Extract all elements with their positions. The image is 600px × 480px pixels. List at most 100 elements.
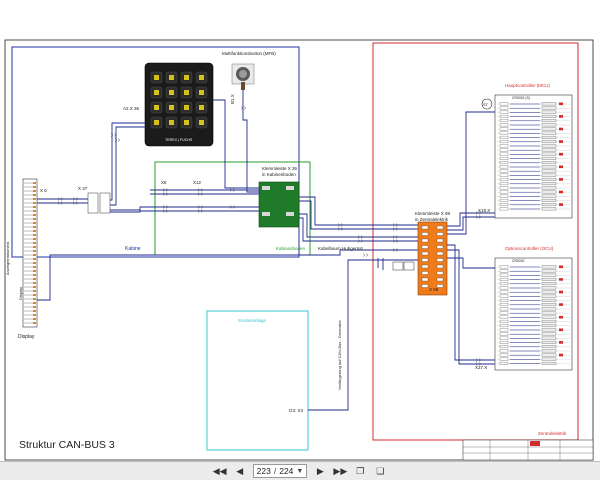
display-pin-marker	[33, 302, 36, 304]
controller-terminal	[541, 286, 557, 290]
display-pin-marker	[33, 186, 36, 188]
special-equipment-box	[206, 310, 309, 451]
controller-marker	[559, 315, 563, 319]
next-page-button[interactable]: ▶	[313, 464, 327, 478]
x98-pin	[436, 264, 444, 269]
x98-pin	[421, 238, 429, 243]
keypad-module: TEREX | FUCHS	[144, 62, 214, 147]
controller-terminal	[541, 156, 557, 160]
controller-pin	[499, 265, 509, 269]
controller-pin	[499, 156, 509, 160]
controller-terminal	[541, 336, 557, 340]
display-pin-marker	[33, 230, 36, 232]
keypad-key-symbol	[199, 90, 204, 95]
keypad-key-symbol	[154, 90, 159, 95]
duplicate-icon[interactable]: ❏	[373, 464, 387, 478]
controller-terminal	[541, 135, 557, 139]
chevron-down-icon[interactable]: ▼	[296, 468, 303, 475]
x98-pin	[421, 245, 429, 249]
controller-marker	[559, 303, 563, 306]
current-page[interactable]: 223	[257, 466, 271, 476]
controller-terminal	[541, 114, 557, 118]
controller-pin	[499, 290, 509, 294]
previous-page-button[interactable]: ◀	[233, 464, 247, 478]
controller-marker	[559, 127, 563, 131]
display-pin-marker	[33, 246, 36, 248]
controller-pin	[499, 336, 509, 340]
display-pin-marker	[33, 218, 36, 220]
copy-icon[interactable]: ❐	[353, 464, 367, 478]
terminal-block-x98	[417, 221, 448, 296]
display-pin-marker	[33, 214, 36, 216]
klemm98-sub: in Zentralelektrik	[415, 217, 449, 222]
controller-terminal	[541, 332, 557, 336]
display-pin-marker	[33, 278, 36, 280]
display-pin-marker	[33, 194, 36, 196]
connector-glyphs	[57, 106, 482, 366]
wiring-diagram: Kabine Kabinenboden Zentralelektrik Sond…	[4, 39, 594, 461]
controller-pin	[499, 194, 509, 198]
keypad-key-symbol	[184, 105, 189, 110]
display-pin-marker	[33, 242, 36, 244]
controller-marker	[559, 328, 563, 332]
x8-label: X8	[161, 180, 167, 185]
x6-label: X 6	[40, 188, 47, 193]
connector-glyph	[365, 253, 369, 257]
x98-pin	[436, 271, 444, 275]
x18-label: X18.X	[478, 208, 490, 213]
controller-pin	[499, 165, 509, 169]
controller-pin	[499, 186, 509, 190]
controller-terminal	[541, 349, 557, 353]
controller-marker	[559, 265, 563, 269]
ocu-model: CR0032	[512, 259, 525, 263]
controller-marker	[559, 290, 563, 294]
controller-pin	[499, 123, 509, 127]
ocu-controller: CR0032	[494, 257, 573, 371]
ocu-title: Optionscontroller (OCU)	[505, 246, 554, 251]
controller-marker	[559, 165, 563, 169]
controller-terminal	[541, 311, 557, 315]
controller-marker	[559, 152, 563, 156]
controller-terminal	[541, 123, 557, 127]
display-tag-label: Anzeigeinstrument	[5, 241, 10, 275]
controller-marker	[559, 203, 563, 206]
x98-pin	[436, 245, 444, 249]
controller-marker	[559, 190, 563, 194]
x98-pin	[436, 277, 444, 282]
controller-pin	[499, 277, 509, 281]
controller-pin	[499, 182, 509, 186]
st-label: ST	[483, 102, 489, 107]
controller-terminal	[541, 298, 557, 302]
controller-terminal	[541, 186, 557, 190]
first-page-button[interactable]: ◀◀	[213, 464, 227, 478]
b1x-label: B1.X	[230, 94, 235, 104]
last-page-button[interactable]: ▶▶	[333, 464, 347, 478]
controller-pin	[499, 311, 509, 315]
display-vertical-label: Display	[18, 287, 23, 300]
display-pin-marker	[33, 270, 36, 272]
controller-pin	[499, 144, 509, 148]
controller-pin	[499, 198, 509, 202]
display-pin-marker	[33, 258, 36, 260]
controller-pin	[499, 135, 509, 139]
controller-pin	[499, 114, 509, 118]
controller-pin	[499, 353, 509, 357]
mcu-controller: CR0032 (S) ST	[481, 94, 573, 219]
mcu-model: CR0032 (S)	[512, 96, 530, 100]
controller-terminal	[541, 324, 557, 328]
harness-label: Kabelbaum Hubgerüst	[318, 246, 364, 251]
connector-glyph	[362, 253, 366, 257]
controller-pin	[499, 332, 509, 336]
controller-pin	[499, 207, 509, 211]
keypad-brand: TEREX | FUCHS	[165, 138, 193, 142]
x98-pin	[436, 251, 444, 256]
controller-terminal	[541, 182, 557, 186]
page-selector[interactable]: 223 / 224 ▼	[252, 464, 308, 478]
controller-pin	[499, 324, 509, 328]
display-pin-marker	[33, 198, 36, 200]
controller-pin	[499, 345, 509, 349]
display-pin-marker	[33, 314, 36, 316]
keypad-key-symbol	[169, 120, 174, 125]
controller-pin	[499, 357, 509, 361]
x98-pin	[421, 251, 429, 256]
